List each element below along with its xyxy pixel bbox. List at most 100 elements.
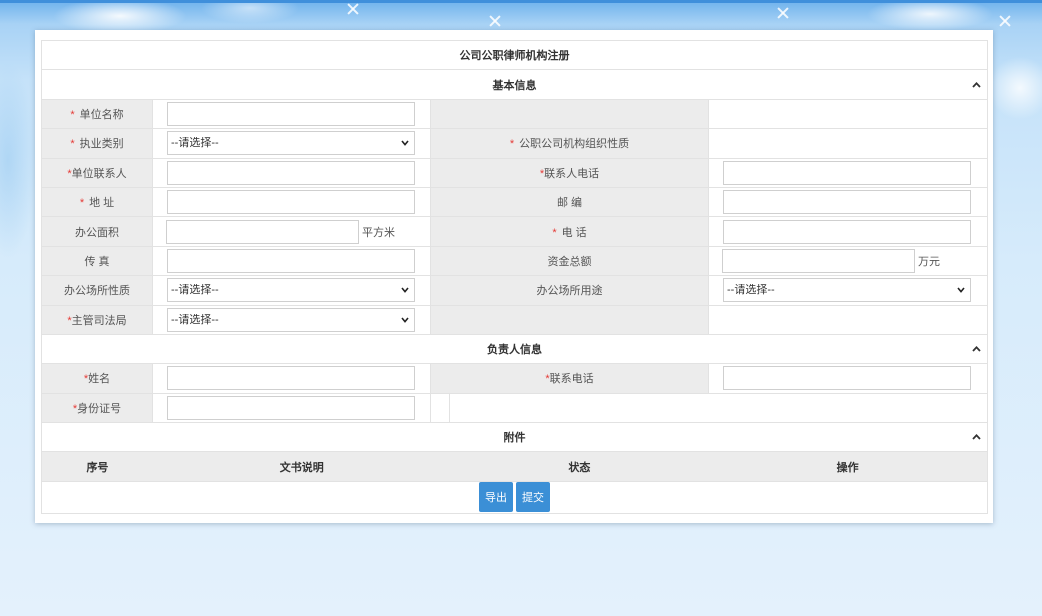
required-mark: * xyxy=(79,197,85,210)
postcode-input[interactable] xyxy=(723,190,971,215)
label-text: 办公面积 xyxy=(75,226,119,239)
column-header-actions: 操作 xyxy=(836,461,859,474)
sparkle-decoration xyxy=(998,14,1012,28)
row-fax: 传 真 资金总额 万元 xyxy=(41,245,988,277)
section-title: 基本信息 xyxy=(492,79,537,92)
label-text: 资金总额 xyxy=(547,255,592,268)
leader-phone-label: *联系电话 xyxy=(430,363,709,394)
column-header-description: 文书说明 xyxy=(279,461,324,474)
row-id-number: *身份证号 xyxy=(41,392,988,424)
empty-value-cell xyxy=(708,304,988,335)
office-nature-label: 办公场所性质 xyxy=(41,275,153,306)
judicial-bureau-cell: --请选择-- xyxy=(152,304,431,335)
office-use-select-wrapper[interactable]: --请选择-- xyxy=(723,278,971,303)
attachment-table-header-row: 序号 文书说明 状态 操作 xyxy=(41,451,988,482)
action-buttons-cell: 导出 提交 xyxy=(41,480,988,514)
basic-info-section-row: 基本信息 xyxy=(41,69,988,100)
submit-button[interactable]: 提交 xyxy=(516,482,550,513)
address-cell xyxy=(152,186,431,218)
row-unit-contact: *单位联系人 *联系人电话 xyxy=(41,157,988,188)
leader-phone-input[interactable] xyxy=(723,366,971,391)
empty-label-cell xyxy=(430,304,709,335)
chevron-up-icon[interactable] xyxy=(972,346,981,352)
practice-type-select[interactable]: --请选择-- xyxy=(167,131,415,156)
attachment-table-header: 序号 文书说明 状态 操作 xyxy=(41,451,988,482)
leader-name-cell xyxy=(152,363,431,394)
office-nature-select[interactable]: --请选择-- xyxy=(167,278,415,303)
label-text: 身份证号 xyxy=(77,402,122,415)
fax-cell xyxy=(152,245,431,277)
leader-info-section-header[interactable]: 负责人信息 xyxy=(41,333,988,365)
judicial-bureau-select-wrapper[interactable]: --请选择-- xyxy=(167,307,415,332)
unit-name-input[interactable] xyxy=(167,101,415,126)
org-nature-label: * 公职公司机构组织性质 xyxy=(430,128,709,159)
office-use-select[interactable]: --请选择-- xyxy=(723,278,971,303)
action-buttons-row: 导出 提交 xyxy=(41,480,988,514)
required-mark: * xyxy=(70,108,75,121)
split-container xyxy=(431,393,987,422)
top-accent-bar xyxy=(0,0,1042,3)
telephone-cell xyxy=(708,216,988,247)
row-leader-name: *姓名 *联系电话 xyxy=(41,363,988,394)
office-area-input[interactable] xyxy=(166,219,359,244)
label-text: 联系人电话 xyxy=(544,167,600,180)
registration-panel: 公司公职律师机构注册 基本信息 * 单位名称 * 执业类别 --请选择-- * 公职公… xyxy=(35,30,993,523)
label-text: 地 址 xyxy=(89,197,115,210)
office-nature-select-wrapper[interactable]: --请选择-- xyxy=(167,278,415,303)
postcode-cell xyxy=(708,186,988,218)
total-funds-cell: 万元 xyxy=(708,245,988,277)
section-title: 负责人信息 xyxy=(487,344,542,357)
label-text: 邮 编 xyxy=(556,197,583,210)
practice-type-select-wrapper[interactable]: --请选择-- xyxy=(167,131,415,156)
contact-phone-input[interactable] xyxy=(723,160,971,185)
id-number-label: *身份证号 xyxy=(41,392,153,424)
empty-label-cell xyxy=(430,98,709,130)
export-button[interactable]: 导出 xyxy=(479,482,513,513)
judicial-bureau-select[interactable]: --请选择-- xyxy=(167,307,415,332)
postcode-label: 邮 编 xyxy=(430,186,709,218)
sparkle-decoration xyxy=(488,14,502,28)
row-practice-type: * 执业类别 --请选择-- * 公职公司机构组织性质 xyxy=(41,128,988,159)
id-number-input[interactable] xyxy=(167,395,415,420)
telephone-input[interactable] xyxy=(723,219,971,244)
office-area-cell: 平方米 xyxy=(152,216,431,247)
form-title: 公司公职律师机构注册 xyxy=(41,39,988,71)
sparkle-decoration xyxy=(776,6,790,20)
leader-name-label: *姓名 xyxy=(41,363,153,394)
telephone-label: * 电 话 xyxy=(430,216,709,247)
address-input[interactable] xyxy=(167,190,415,215)
office-nature-cell: --请选择-- xyxy=(152,275,431,306)
label-text: 姓名 xyxy=(88,373,111,386)
office-use-label: 办公场所用途 xyxy=(430,275,709,306)
label-text: 联系电话 xyxy=(549,373,594,386)
judicial-bureau-label: *主管司法局 xyxy=(41,304,153,335)
office-use-cell: --请选择-- xyxy=(708,275,988,306)
row-office-area: 办公面积 平方米 * 电 话 xyxy=(41,216,988,247)
area-unit: 平方米 xyxy=(362,226,395,239)
required-mark: * xyxy=(552,226,557,239)
practice-type-label: * 执业类别 xyxy=(41,128,153,159)
contact-phone-cell xyxy=(708,157,988,188)
empty-value-cell xyxy=(708,98,988,130)
row-address: * 地 址 邮 编 xyxy=(41,186,988,218)
org-nature-cell xyxy=(708,128,988,159)
label-text: 执业类别 xyxy=(79,138,124,151)
chevron-up-icon[interactable] xyxy=(972,81,981,88)
total-funds-input[interactable] xyxy=(722,248,915,273)
fax-label: 传 真 xyxy=(41,245,153,277)
unit-contact-input[interactable] xyxy=(167,160,415,185)
chevron-up-icon[interactable] xyxy=(972,434,981,440)
fax-input[interactable] xyxy=(167,248,415,273)
label-text: 公职公司机构组织性质 xyxy=(519,138,630,151)
leader-name-input[interactable] xyxy=(167,366,415,391)
section-title: 附件 xyxy=(503,432,526,445)
row-office-nature: 办公场所性质 --请选择-- 办公场所用途 --请选择-- xyxy=(41,275,988,306)
basic-info-section-header[interactable]: 基本信息 xyxy=(41,69,988,100)
office-area-label: 办公面积 xyxy=(41,216,153,247)
attachment-section-header[interactable]: 附件 xyxy=(41,422,988,453)
address-label: * 地 址 xyxy=(41,186,153,218)
total-funds-label: 资金总额 xyxy=(430,245,709,277)
label-text: 传 真 xyxy=(84,255,110,268)
column-header-status: 状态 xyxy=(568,461,591,474)
label-text: 单位名称 xyxy=(79,108,124,121)
